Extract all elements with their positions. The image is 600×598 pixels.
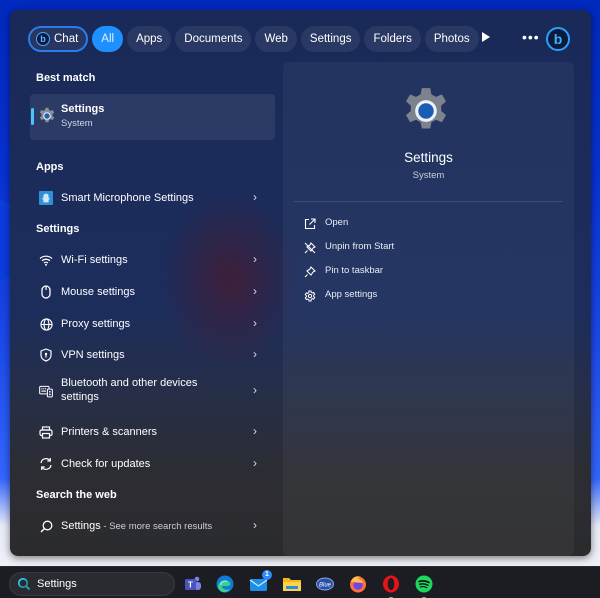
taskbar-teams-icon[interactable]: T <box>183 574 203 594</box>
result-label: Printers & scanners <box>61 426 157 438</box>
svg-text:T: T <box>188 581 193 590</box>
pin-icon <box>303 265 316 278</box>
settings-heading: Settings <box>36 223 80 235</box>
result-web-search[interactable]: Settings - See more search results › <box>30 512 275 540</box>
result-label: Proxy settings <box>61 318 131 330</box>
tab-web[interactable]: Web <box>255 26 297 52</box>
gear-icon <box>303 289 316 302</box>
result-printers-scanners[interactable]: Printers & scanners › <box>30 418 275 446</box>
wifi-icon <box>39 253 53 267</box>
chevron-right-icon: › <box>253 190 257 204</box>
preview-subtitle: System <box>412 170 445 181</box>
web-suffix: - See more search results <box>100 521 213 532</box>
taskbar-search-box[interactable]: Settings <box>9 572 175 596</box>
web-query: Settings <box>61 520 101 532</box>
svg-text:Blue: Blue <box>319 583 332 589</box>
action-label: Open <box>325 217 349 228</box>
bing-chat-icon: b <box>36 32 50 46</box>
unpin-icon <box>303 241 316 254</box>
result-label: VPN settings <box>61 349 125 361</box>
result-label: Mouse settings <box>61 286 135 298</box>
settings-app-icon <box>401 86 451 141</box>
taskbar-file-explorer-icon[interactable] <box>282 574 302 594</box>
taskbar-mail-icon[interactable]: 1 <box>249 570 272 594</box>
globe-icon <box>39 317 53 331</box>
settings-gear-icon <box>38 107 56 130</box>
result-proxy-settings[interactable]: Proxy settings › <box>30 310 275 338</box>
search-icon <box>39 519 53 533</box>
taskbar-spotify-icon[interactable] <box>414 574 434 598</box>
search-icon <box>17 577 31 596</box>
result-vpn-settings[interactable]: VPN settings › <box>30 341 275 369</box>
tab-apps[interactable]: Apps <box>127 26 172 52</box>
smart-microphone-icon <box>39 191 53 205</box>
chevron-right-icon: › <box>253 456 257 470</box>
chevron-right-icon: › <box>253 284 257 298</box>
tab-documents[interactable]: Documents <box>175 26 252 52</box>
action-label: App settings <box>325 289 378 300</box>
action-app-settings[interactable]: App settings <box>303 286 553 306</box>
mail-badge: 1 <box>262 570 272 580</box>
preview-pane: Settings System Open Unpin from Start Pi… <box>283 62 574 556</box>
chat-label: Chat <box>54 33 79 45</box>
best-match-title: Settings <box>61 103 105 115</box>
shield-icon <box>39 348 53 362</box>
chevron-right-icon: › <box>253 518 257 532</box>
chevron-right-icon: › <box>253 252 257 266</box>
best-match-settings[interactable]: Settings System <box>30 94 275 140</box>
result-label: Bluetooth and other devices settings <box>61 377 198 403</box>
filter-bar: b Chat All Apps Documents Web Settings F… <box>28 26 479 52</box>
refresh-icon <box>39 457 53 471</box>
action-label: Pin to taskbar <box>325 265 384 276</box>
taskbar-firefox-icon[interactable] <box>348 574 368 594</box>
action-unpin-from-start[interactable]: Unpin from Start <box>303 238 553 258</box>
tab-photos[interactable]: Photos <box>424 26 479 52</box>
apps-heading: Apps <box>36 161 64 173</box>
taskbar-edge-icon[interactable] <box>215 574 235 594</box>
tab-folders[interactable]: Folders <box>364 26 421 52</box>
selection-indicator <box>31 108 34 125</box>
result-check-for-updates[interactable]: Check for updates › <box>30 450 275 478</box>
result-bluetooth-settings[interactable]: Bluetooth and other devices settings › <box>30 376 275 408</box>
taskbar-opera-icon[interactable] <box>381 574 401 598</box>
chevron-right-icon: › <box>253 316 257 330</box>
best-match-subtitle: System <box>61 118 93 129</box>
chevron-right-icon: › <box>253 347 257 361</box>
tab-settings[interactable]: Settings <box>300 26 361 52</box>
best-match-heading: Best match <box>36 72 96 84</box>
result-label: Wi-Fi settings <box>61 254 128 266</box>
result-wifi-settings[interactable]: Wi-Fi settings › <box>30 246 275 274</box>
taskbar-blue-app-icon[interactable]: Blue <box>315 574 335 594</box>
web-search-label: Settings - See more search results <box>61 519 212 534</box>
preview-title: Settings <box>404 150 453 165</box>
chevron-right-icon: › <box>253 383 257 397</box>
chat-button[interactable]: b Chat <box>28 26 89 52</box>
printer-icon <box>39 425 53 439</box>
result-label: Check for updates <box>61 458 151 470</box>
bing-icon[interactable]: b <box>546 27 570 51</box>
result-mouse-settings[interactable]: Mouse settings › <box>30 278 275 306</box>
open-external-icon <box>303 217 316 230</box>
search-panel: b Chat All Apps Documents Web Settings F… <box>10 10 591 556</box>
tab-all[interactable]: All <box>92 26 124 52</box>
divider <box>294 201 563 202</box>
chevron-right-icon: › <box>253 424 257 438</box>
action-open[interactable]: Open <box>303 214 553 234</box>
result-label: Smart Microphone Settings <box>61 192 194 204</box>
search-web-heading: Search the web <box>36 489 117 501</box>
taskbar: Settings T 1 Blue <box>0 566 600 598</box>
action-pin-to-taskbar[interactable]: Pin to taskbar <box>303 262 553 282</box>
mouse-icon <box>39 285 53 299</box>
result-smart-microphone-settings[interactable]: Smart Microphone Settings › <box>30 184 275 212</box>
devices-icon <box>39 384 53 398</box>
taskbar-search-value: Settings <box>37 578 77 590</box>
action-label: Unpin from Start <box>325 241 395 252</box>
play-icon[interactable] <box>482 32 490 42</box>
more-options-button[interactable]: ••• <box>522 30 540 44</box>
